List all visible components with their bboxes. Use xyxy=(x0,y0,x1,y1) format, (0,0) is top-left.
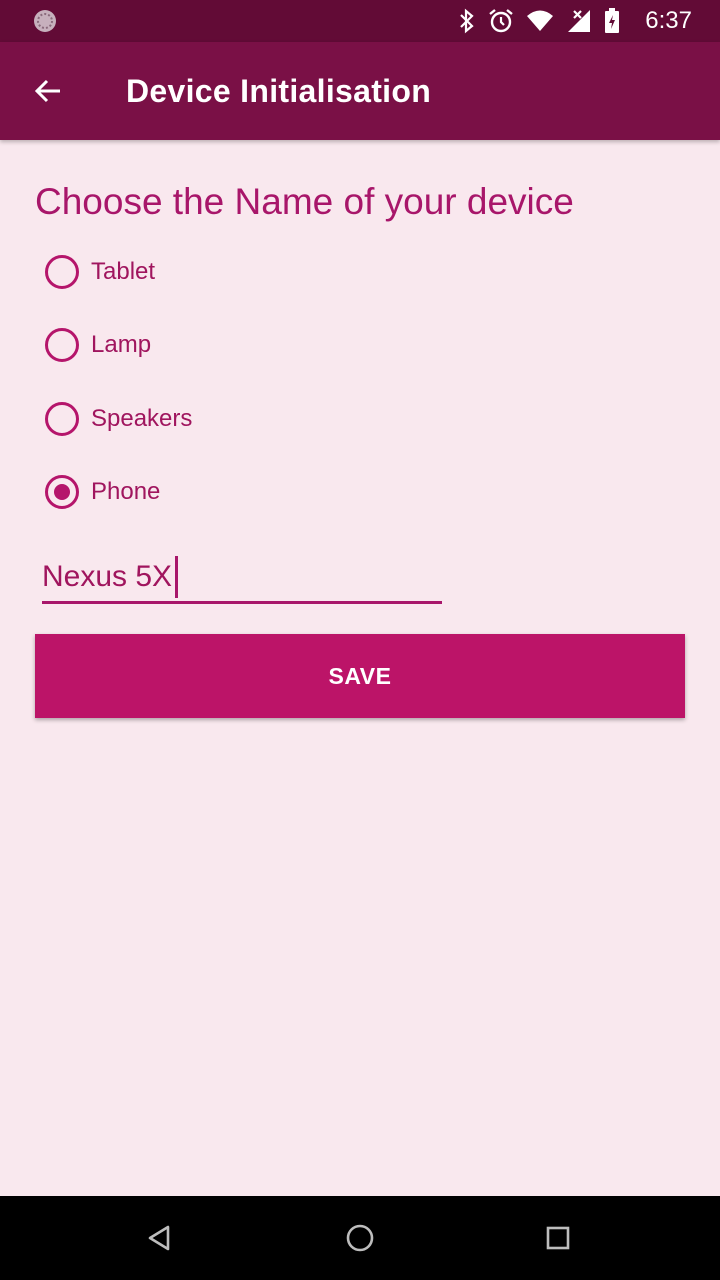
page-title: Device Initialisation xyxy=(126,73,432,109)
radio-label: Speakers xyxy=(91,405,193,432)
device-name-field[interactable] xyxy=(42,552,442,604)
radio-option-lamp[interactable]: Lamp xyxy=(42,321,151,369)
no-signal-icon xyxy=(568,10,590,32)
radio-button-icon xyxy=(45,255,79,289)
radio-label: Tablet xyxy=(91,258,156,285)
back-button[interactable] xyxy=(24,67,72,115)
radio-option-phone[interactable]: Phone xyxy=(42,468,160,516)
radio-button-icon xyxy=(45,402,79,436)
alarm-icon xyxy=(489,9,513,33)
save-button[interactable]: SAVE xyxy=(35,634,685,718)
radio-label: Lamp xyxy=(91,331,152,358)
radio-label: Phone xyxy=(91,478,161,505)
home-circle-icon xyxy=(346,1224,374,1252)
wifi-icon xyxy=(527,10,553,31)
status-icons xyxy=(458,8,620,34)
form-heading: Choose the Name of your device xyxy=(35,181,574,222)
status-bar: 6:37 xyxy=(0,0,720,42)
radio-option-speakers[interactable]: Speakers xyxy=(42,395,192,443)
status-time: 6:37 xyxy=(645,7,692,34)
radio-option-tablet[interactable]: Tablet xyxy=(42,248,155,296)
radio-button-icon xyxy=(45,328,79,362)
text-cursor xyxy=(175,556,178,598)
nav-home-button[interactable] xyxy=(336,1214,384,1262)
arrow-back-icon xyxy=(34,79,60,103)
app-bar: Device Initialisation xyxy=(0,42,720,140)
nav-back-button[interactable] xyxy=(136,1214,184,1262)
app-notification-icon xyxy=(34,10,56,32)
navigation-bar xyxy=(0,1196,720,1280)
radio-button-checked-icon xyxy=(45,475,79,509)
bluetooth-icon xyxy=(460,8,474,34)
back-triangle-icon xyxy=(148,1225,170,1251)
nav-recents-button[interactable] xyxy=(534,1214,582,1262)
battery-charging-icon xyxy=(605,8,619,33)
recents-square-icon xyxy=(546,1226,570,1250)
